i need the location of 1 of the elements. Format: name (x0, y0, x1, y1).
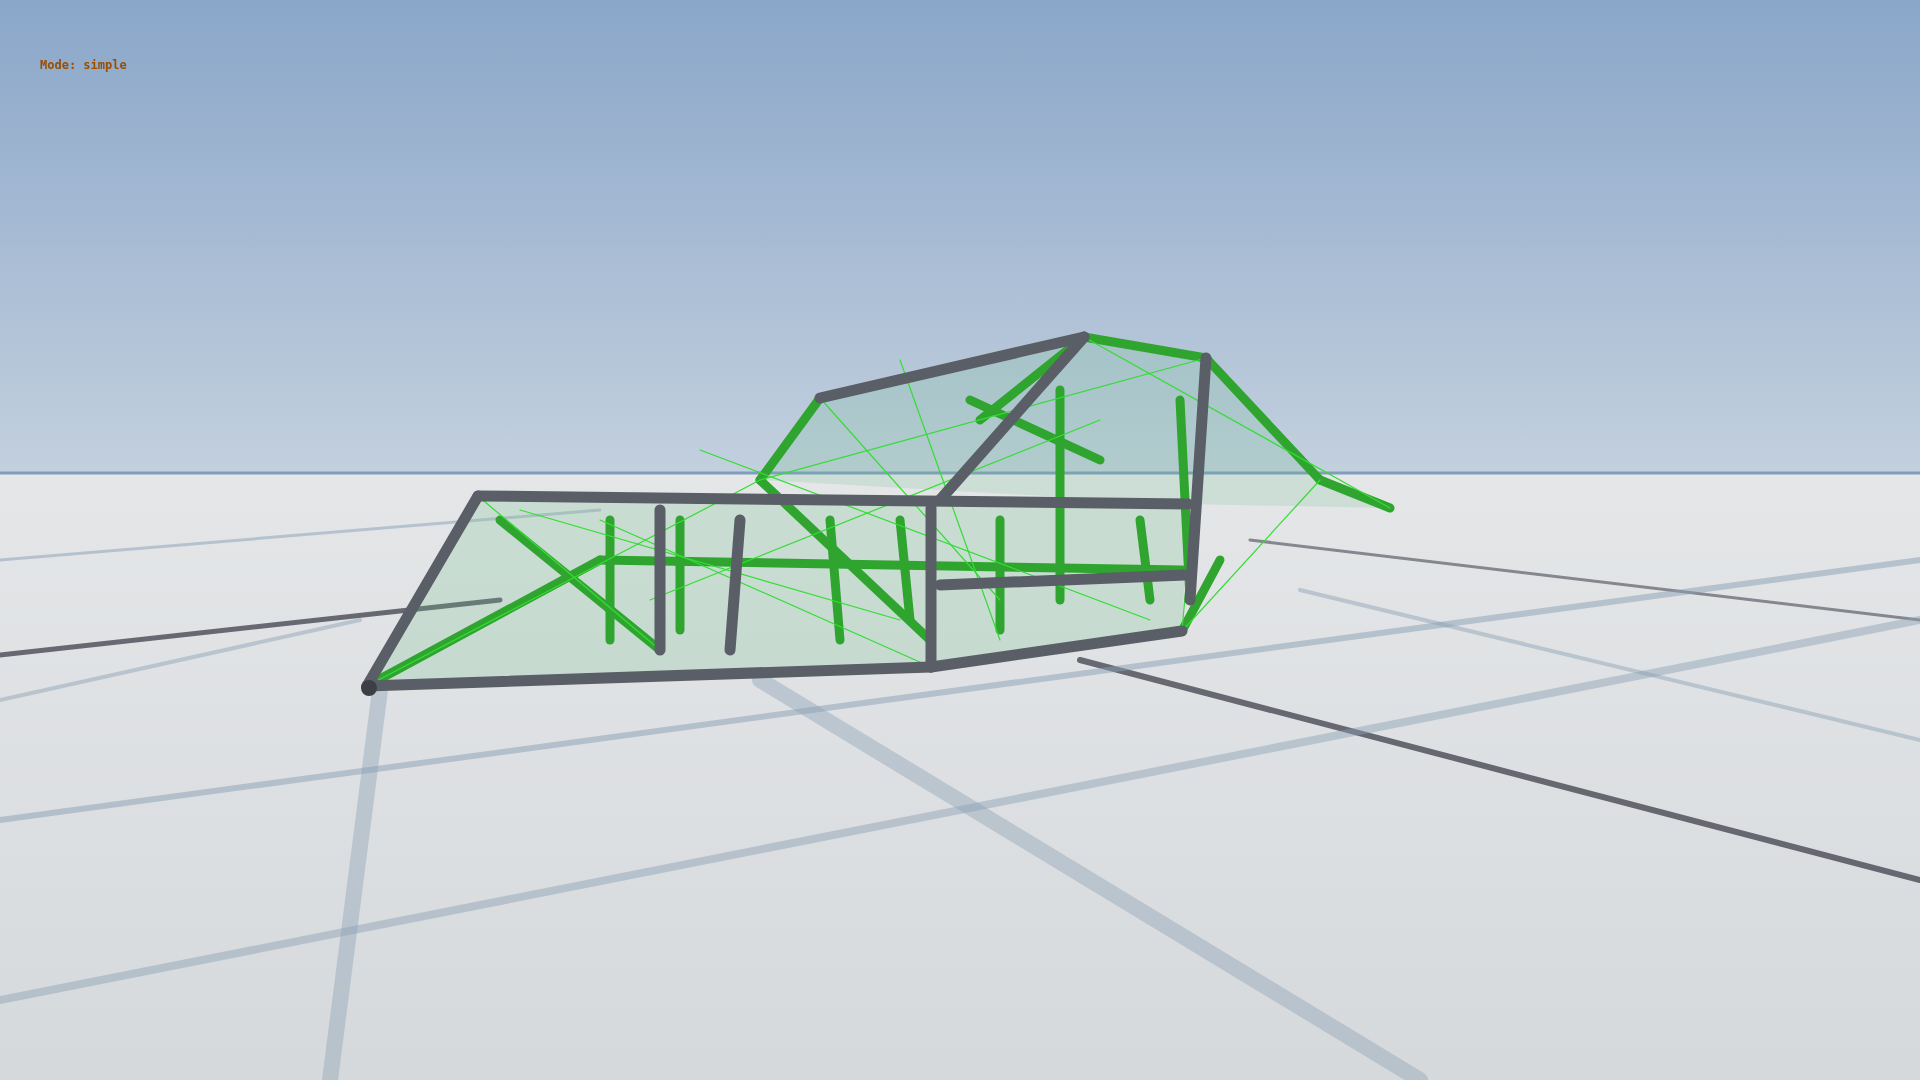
mode-label: Mode: simple (40, 58, 127, 72)
